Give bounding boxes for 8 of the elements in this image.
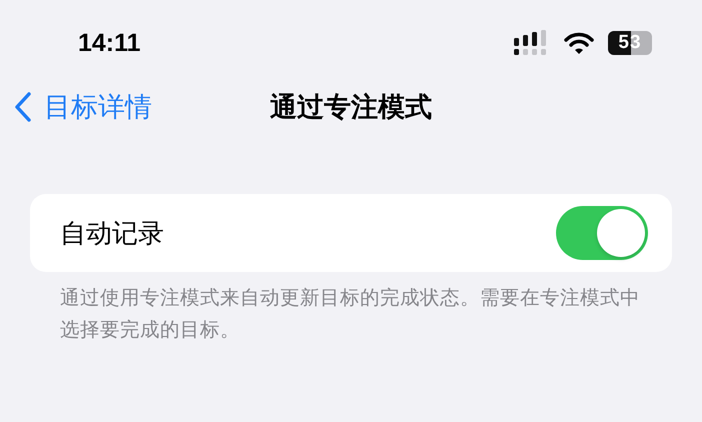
footer-note: 通过使用专注模式来自动更新目标的完成状态。需要在专注模式中选择要完成的目标。 [60,285,640,343]
setting-label: 自动记录 [60,218,164,250]
toggle-switch[interactable] [556,206,648,260]
wifi-icon [564,32,594,54]
page-title: 通过专注模式 [270,91,432,125]
back-button[interactable]: 目标详情 [0,89,152,125]
chevron-left-icon [14,92,32,122]
status-time: 14:11 [78,28,141,58]
